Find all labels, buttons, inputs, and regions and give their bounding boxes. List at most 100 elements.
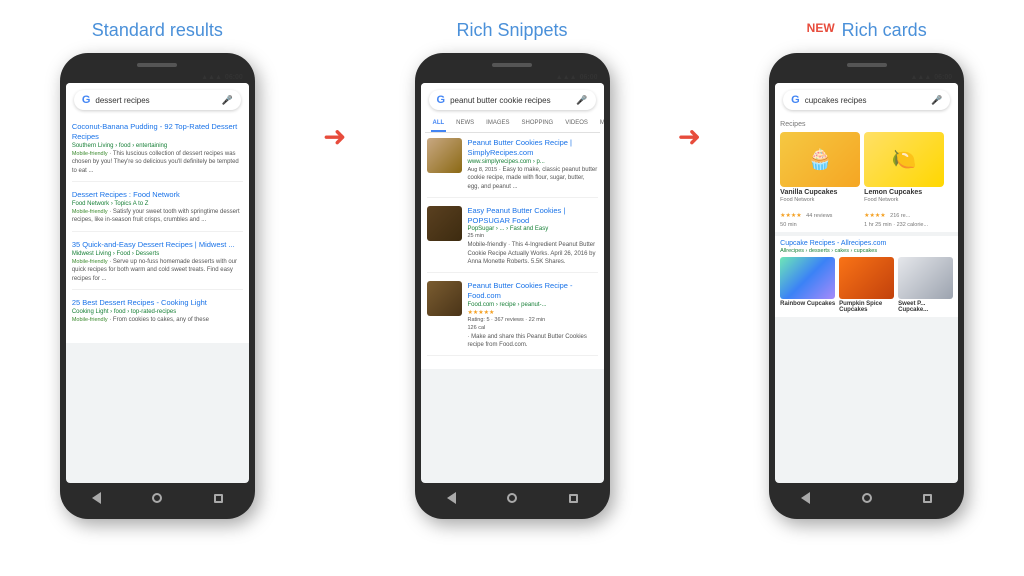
stars-vanilla: ★★★★ [780,213,802,219]
screen-cards: G cupcakes recipes 🎤 Recipes 🧁 Vanilla C… [775,83,958,483]
recents-button-standard[interactable] [211,491,225,505]
back-button-cards[interactable] [799,491,813,505]
snippet-title-2[interactable]: Easy Peanut Butter Cookies | POPSUGAR Fo… [468,206,598,226]
status-bar-standard: ▲▲▲ 06:00 [66,72,249,83]
recents-button-cards[interactable] [921,491,935,505]
back-button-snippets[interactable] [444,491,458,505]
recents-button-snippets[interactable] [566,491,580,505]
mic-icon-snippets[interactable]: 🎤 [576,95,587,106]
search-query-snippets: peanut butter cookie recipes [450,96,571,105]
card-img-rainbow [780,257,835,299]
mic-icon-standard[interactable]: 🎤 [222,95,233,106]
result-title-4[interactable]: 25 Best Dessert Recipes - Cooking Light [72,298,243,308]
result-item-1: Coconut-Banana Pudding - 92 Top-Rated De… [72,122,243,182]
stars-lemon: ★★★★ [864,213,886,219]
standard-results-column: Standard results ▲▲▲ 06:00 G dessert rec… [10,20,305,519]
card-lemon[interactable]: 🍋 Lemon Cupcakes Food Network ★★★★ 216 r… [864,132,944,228]
google-logo: G [82,94,91,106]
snippet-url-1: www.simplyrecipes.com › p... [468,159,598,165]
snippet-item-3: Peanut Butter Cookies Recipe - Food.com … [427,281,598,356]
result-url-4: Cooking Light › food › top-rated-recipes [72,309,243,315]
snippet-url-3: Food.com › recipe › peanut-... [468,302,598,308]
snippet-rating-3: ★★★★★ [468,310,495,316]
snippet-img-1 [427,138,462,173]
phone-standard: ▲▲▲ 06:00 G dessert recipes 🎤 Coconut-Ba… [60,53,255,519]
card-source-lemon: Food Network [864,197,944,203]
home-button-standard[interactable] [150,491,164,505]
search-bar-snippets[interactable]: G peanut butter cookie recipes 🎤 [429,90,596,110]
card-img-vanilla: 🧁 [780,132,860,187]
snippet-img-3 [427,281,462,316]
cards-section-label: Recipes [780,121,953,128]
snippet-title-3[interactable]: Peanut Butter Cookies Recipe - Food.com [468,281,598,301]
result-snippet-2: Mobile-friendly · Satisfy your sweet too… [72,208,243,225]
snippet-text-2: 25 min Mobile-friendly · This 4-Ingredie… [468,233,598,266]
card-rating-lemon: ★★★★ 216 re... [864,204,944,222]
result-snippet-3: Mobile-friendly · Serve up no-fuss homem… [72,258,243,283]
card-label-pumpkin: Pumpkin Spice Cupcakes [839,301,894,313]
page-container: Standard results ▲▲▲ 06:00 G dessert rec… [10,20,1014,519]
tab-videos[interactable]: VIDEOS [563,118,590,132]
status-time-2: 06:00 [580,74,598,81]
card-vanilla[interactable]: 🧁 Vanilla Cupcakes Food Network ★★★★ 44 … [780,132,860,228]
nav-bar-standard [66,483,249,507]
search-bar-cards[interactable]: G cupcakes recipes 🎤 [783,90,950,110]
mobile-friendly-4: Mobile-friendly [72,317,108,323]
result-snippet-4: Mobile-friendly · From cookies to cakes,… [72,316,243,325]
mobile-friendly-2: Mobile-friendly [72,209,108,215]
results-list-standard: Coconut-Banana Pudding - 92 Top-Rated De… [66,117,249,343]
home-button-snippets[interactable] [505,491,519,505]
result-title-3[interactable]: 35 Quick-and-Easy Dessert Recipes | Midw… [72,240,243,250]
rich-snippets-column: Rich Snippets ▲▲▲ 06:00 G peanut butter … [365,20,660,519]
google-logo-3: G [791,94,800,106]
top-cards-section: Recipes 🧁 Vanilla Cupcakes Food Network … [775,117,958,232]
result-title-1[interactable]: Coconut-Banana Pudding - 92 Top-Rated De… [72,122,243,142]
mic-icon-cards[interactable]: 🎤 [931,95,942,106]
snippet-img-2 [427,206,462,241]
status-bar-cards: ▲▲▲ 06:00 [775,72,958,83]
card-label-sweet: Sweet P... Cupcake... [898,301,953,313]
card-img-lemon: 🍋 [864,132,944,187]
result-title-2[interactable]: Dessert Recipes : Food Network [72,190,243,200]
screen-standard: G dessert recipes 🎤 Coconut-Banana Puddi… [66,83,249,483]
result-item-2: Dessert Recipes : Food Network Food Netw… [72,190,243,232]
status-icons-3: ▲▲▲ [910,74,931,81]
allrecipes-cards-row: Rainbow Cupcakes Pumpkin Spice Cupcakes … [780,257,953,313]
snippet-item-2: Easy Peanut Butter Cookies | POPSUGAR Fo… [427,206,598,273]
snippet-time-2: 25 min [468,233,598,241]
status-time-3: 06:00 [934,74,952,81]
search-query-cards: cupcakes recipes [805,96,926,105]
card-source-vanilla: Food Network [780,197,860,203]
snippet-url-2: PopSugar › ... › Fast and Easy [468,226,598,232]
tab-shopping[interactable]: SHOPPING [520,118,556,132]
arrow-icon-1: ➜ [323,120,346,153]
tab-news[interactable]: NEWS [454,118,476,132]
allrecipes-card-pumpkin[interactable]: Pumpkin Spice Cupcakes [839,257,894,313]
tabs-bar: ALL NEWS IMAGES SHOPPING VIDEOS M [425,114,600,133]
search-bar-standard[interactable]: G dessert recipes 🎤 [74,90,241,110]
card-title-vanilla: Vanilla Cupcakes [780,189,860,196]
allrecipes-title[interactable]: Cupcake Recipes - Allrecipes.com [780,240,953,247]
allrecipes-card-sweet[interactable]: Sweet P... Cupcake... [898,257,953,313]
screen-snippets: G peanut butter cookie recipes 🎤 ALL NEW… [421,83,604,483]
tab-more[interactable]: M [598,118,604,132]
mobile-friendly-1: Mobile-friendly [72,151,108,157]
tab-images[interactable]: IMAGES [484,118,511,132]
mobile-friendly-3: Mobile-friendly [72,259,108,265]
phone-speaker-2 [492,63,532,67]
allrecipes-card-rainbow[interactable]: Rainbow Cupcakes [780,257,835,313]
back-button-standard[interactable] [89,491,103,505]
snippets-results: Peanut Butter Cookies Recipe | SimplyRec… [421,133,604,369]
result-item-3: 35 Quick-and-Easy Dessert Recipes | Midw… [72,240,243,290]
tab-all[interactable]: ALL [431,118,447,132]
card-img-sweet [898,257,953,299]
standard-results-title: Standard results [92,20,223,41]
card-title-lemon: Lemon Cupcakes [864,189,944,196]
snippet-text-3: ★★★★★ Rating: 5 · 367 reviews · 22 min 1… [468,309,598,350]
snippet-info-1: Peanut Butter Cookies Recipe | SimplyRec… [468,138,598,191]
snippet-text-1: Aug 8, 2015 · Easy to make, classic pean… [468,166,598,191]
home-button-cards[interactable] [860,491,874,505]
result-url-1: Southern Living › food › entertaining [72,143,243,149]
snippet-title-1[interactable]: Peanut Butter Cookies Recipe | SimplyRec… [468,138,598,158]
arrow-2: ➜ [659,20,719,153]
